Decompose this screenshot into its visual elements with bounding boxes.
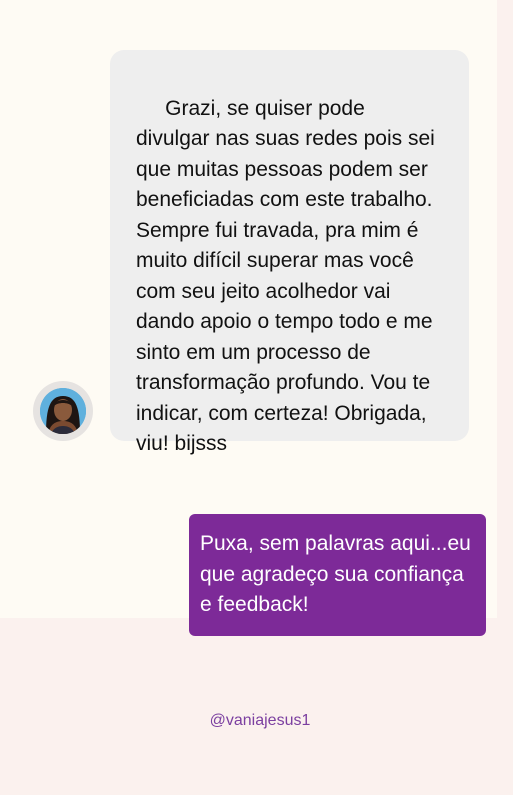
sent-message-text: Puxa, sem palavras aqui...eu que agradeç… xyxy=(200,532,471,616)
avatar[interactable] xyxy=(33,381,93,441)
sent-message-bubble: Puxa, sem palavras aqui...eu que agradeç… xyxy=(189,514,486,636)
avatar-photo xyxy=(40,388,86,434)
received-message-text: Grazi, se quiser pode divulgar nas suas … xyxy=(136,96,441,456)
author-handle[interactable]: @vaniajesus1 xyxy=(0,711,513,731)
person-photo-icon xyxy=(40,388,86,434)
received-message-bubble: Grazi, se quiser pode divulgar nas suas … xyxy=(110,50,469,455)
